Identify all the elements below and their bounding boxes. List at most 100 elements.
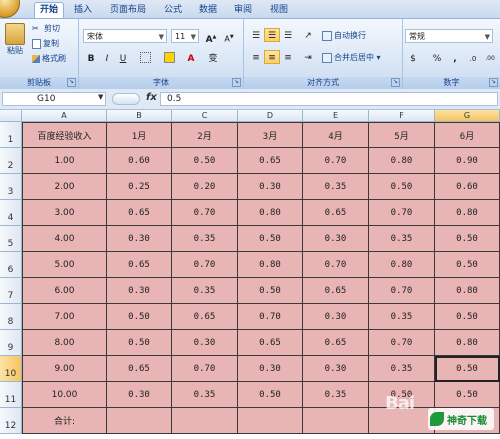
cell-c9[interactable]: 0.30 [172,330,238,356]
cell-c5[interactable]: 0.35 [172,226,238,252]
cell-c7[interactable]: 0.35 [172,278,238,304]
cell-f5[interactable]: 0.35 [369,226,435,252]
font-color-button[interactable]: A [183,51,199,65]
name-box[interactable]: G10 [2,92,106,106]
cell-e9[interactable]: 0.65 [303,330,369,356]
cell-a6[interactable]: 5.00 [22,252,107,278]
cell-e7[interactable]: 0.65 [303,278,369,304]
cell-g1[interactable]: 6月 [435,122,500,148]
select-all-corner[interactable] [0,110,22,121]
cell-g3[interactable]: 0.60 [435,174,500,200]
borders-button[interactable] [137,51,153,65]
formula-bar-handle[interactable] [112,93,140,105]
cell-e10[interactable]: 0.30 [303,356,369,382]
cell-b5[interactable]: 0.30 [107,226,172,252]
cell-d12[interactable] [238,408,303,434]
cell-c4[interactable]: 0.70 [172,200,238,226]
row-header-7[interactable]: 7 [0,278,22,304]
cell-d10[interactable]: 0.30 [238,356,303,382]
cell-e12[interactable] [303,408,369,434]
cell-b2[interactable]: 0.60 [107,148,172,174]
cell-g6[interactable]: 0.50 [435,252,500,278]
font-size-dropdown[interactable]: 11 ▼ [171,29,199,43]
font-name-dropdown[interactable]: 宋体 ▼ [83,29,167,43]
phonetic-button[interactable]: 变 [205,51,221,65]
cell-g4[interactable]: 0.80 [435,200,500,226]
cell-b3[interactable]: 0.25 [107,174,172,200]
tab-data[interactable]: 数据 [195,3,221,17]
cell-c2[interactable]: 0.50 [172,148,238,174]
cell-b6[interactable]: 0.65 [107,252,172,278]
cut-button[interactable]: ✂ 剪切 [32,23,60,34]
paste-button[interactable]: 粘贴 [4,23,26,56]
cell-b9[interactable]: 0.50 [107,330,172,356]
cell-a5[interactable]: 4.00 [22,226,107,252]
cell-d8[interactable]: 0.70 [238,304,303,330]
cell-f3[interactable]: 0.50 [369,174,435,200]
format-painter-button[interactable]: 格式刷 [32,53,66,64]
cell-a3[interactable]: 2.00 [22,174,107,200]
cell-c10[interactable]: 0.70 [172,356,238,382]
cell-c11[interactable]: 0.35 [172,382,238,408]
cell-a10[interactable]: 9.00 [22,356,107,382]
column-header-f[interactable]: F [369,110,435,121]
fill-color-button[interactable] [161,51,177,65]
cell-f10[interactable]: 0.35 [369,356,435,382]
column-header-g[interactable]: G [435,110,500,121]
cell-c8[interactable]: 0.65 [172,304,238,330]
wrap-text-button[interactable]: 自动换行 [322,30,366,41]
cell-d7[interactable]: 0.50 [238,278,303,304]
cell-g7[interactable]: 0.80 [435,278,500,304]
underline-button[interactable]: U [115,51,131,65]
cell-b4[interactable]: 0.65 [107,200,172,226]
row-header-12[interactable]: 12 [0,408,22,434]
row-header-10[interactable]: 10 [0,356,22,382]
cell-e1[interactable]: 4月 [303,122,369,148]
cell-a2[interactable]: 1.00 [22,148,107,174]
cell-c1[interactable]: 2月 [172,122,238,148]
chevron-down-icon[interactable]: ▼ [98,93,103,101]
cell-a9[interactable]: 8.00 [22,330,107,356]
cell-e8[interactable]: 0.30 [303,304,369,330]
column-header-e[interactable]: E [303,110,369,121]
cell-a8[interactable]: 7.00 [22,304,107,330]
cell-e11[interactable]: 0.35 [303,382,369,408]
cell-f9[interactable]: 0.70 [369,330,435,356]
tab-home[interactable]: 开始 [34,2,64,19]
cell-e4[interactable]: 0.65 [303,200,369,226]
row-header-3[interactable]: 3 [0,174,22,200]
row-header-5[interactable]: 5 [0,226,22,252]
cell-b1[interactable]: 1月 [107,122,172,148]
row-header-9[interactable]: 9 [0,330,22,356]
font-launcher-icon[interactable]: ↘ [232,78,241,87]
cell-g11[interactable]: 0.50 [435,382,500,408]
column-header-c[interactable]: C [172,110,238,121]
cell-e6[interactable]: 0.70 [303,252,369,278]
tab-formulas[interactable]: 公式 [160,3,186,17]
cell-a4[interactable]: 3.00 [22,200,107,226]
row-header-1[interactable]: 1 [0,122,22,148]
cell-g8[interactable]: 0.50 [435,304,500,330]
cell-f6[interactable]: 0.80 [369,252,435,278]
align-right-button[interactable]: ≡ [280,50,296,64]
cell-c6[interactable]: 0.70 [172,252,238,278]
grow-font-button[interactable]: A▲ [203,29,219,45]
bold-button[interactable]: B [83,51,99,65]
cell-f2[interactable]: 0.80 [369,148,435,174]
shrink-font-button[interactable]: A▼ [221,29,237,44]
alignment-launcher-icon[interactable]: ↘ [391,78,400,87]
currency-button[interactable]: $ [405,51,421,65]
align-left-button[interactable]: ≡ [248,50,264,64]
align-top-button[interactable]: ☰ [248,28,264,42]
cell-b12[interactable] [107,408,172,434]
cell-g2[interactable]: 0.90 [435,148,500,174]
cell-b8[interactable]: 0.50 [107,304,172,330]
formula-input[interactable]: 0.5 [160,92,498,106]
cell-d1[interactable]: 3月 [238,122,303,148]
cell-e3[interactable]: 0.35 [303,174,369,200]
tab-page-layout[interactable]: 页面布局 [106,3,150,17]
cell-d2[interactable]: 0.65 [238,148,303,174]
fx-icon[interactable]: fx [146,92,157,103]
cell-d5[interactable]: 0.50 [238,226,303,252]
column-header-d[interactable]: D [238,110,303,121]
